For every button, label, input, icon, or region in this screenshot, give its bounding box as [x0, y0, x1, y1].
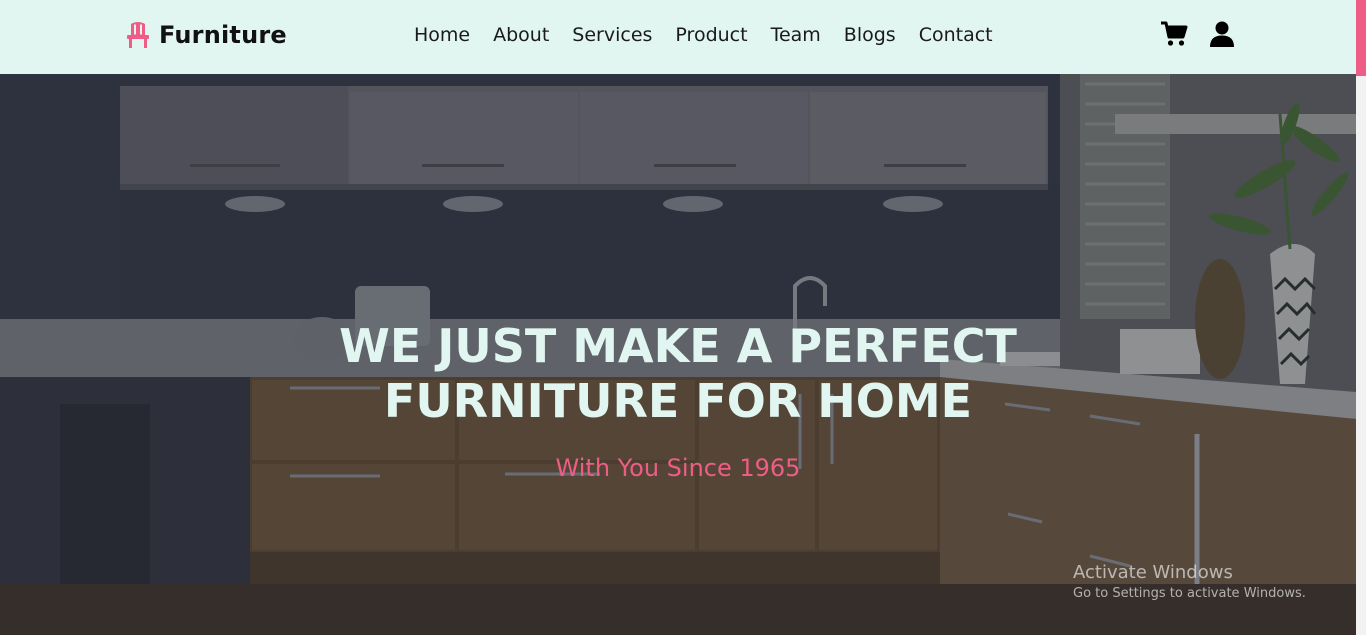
site-header: Furniture Home About Services Product Te…	[0, 0, 1356, 74]
nav-link-product[interactable]: Product	[675, 22, 747, 48]
scrollbar-track[interactable]	[1356, 76, 1366, 635]
nav-link-services[interactable]: Services	[572, 22, 652, 48]
nav-link-team[interactable]: Team	[771, 22, 821, 48]
scrollbar-thumb[interactable]	[1356, 0, 1366, 76]
nav-link-blogs[interactable]: Blogs	[844, 22, 896, 48]
hero-title-line-2: FURNITURE FOR HOME	[383, 374, 973, 428]
hero-title: WE JUST MAKE A PERFECT FURNITURE FOR HOM…	[0, 319, 1356, 429]
main-nav: Home About Services Product Team Blogs C…	[414, 22, 993, 48]
cart-icon[interactable]	[1160, 20, 1188, 48]
watermark-subtitle: Go to Settings to activate Windows.	[1073, 586, 1306, 601]
nav-link-home[interactable]: Home	[414, 22, 470, 48]
hero-section: WE JUST MAKE A PERFECT FURNITURE FOR HOM…	[0, 74, 1356, 635]
watermark-title: Activate Windows	[1073, 562, 1233, 583]
nav-link-about[interactable]: About	[493, 22, 549, 48]
brand-name: Furniture	[159, 21, 287, 49]
nav-link-contact[interactable]: Contact	[919, 22, 993, 48]
hero-subtitle: With You Since 1965	[555, 454, 801, 482]
chair-icon	[127, 22, 149, 48]
brand-logo-link[interactable]: Furniture	[126, 20, 287, 50]
hero-title-line-1: WE JUST MAKE A PERFECT	[339, 319, 1017, 373]
windows-activation-watermark: Activate Windows Go to Settings to activ…	[1073, 562, 1306, 604]
header-actions	[1160, 20, 1236, 48]
user-icon[interactable]	[1208, 20, 1236, 48]
